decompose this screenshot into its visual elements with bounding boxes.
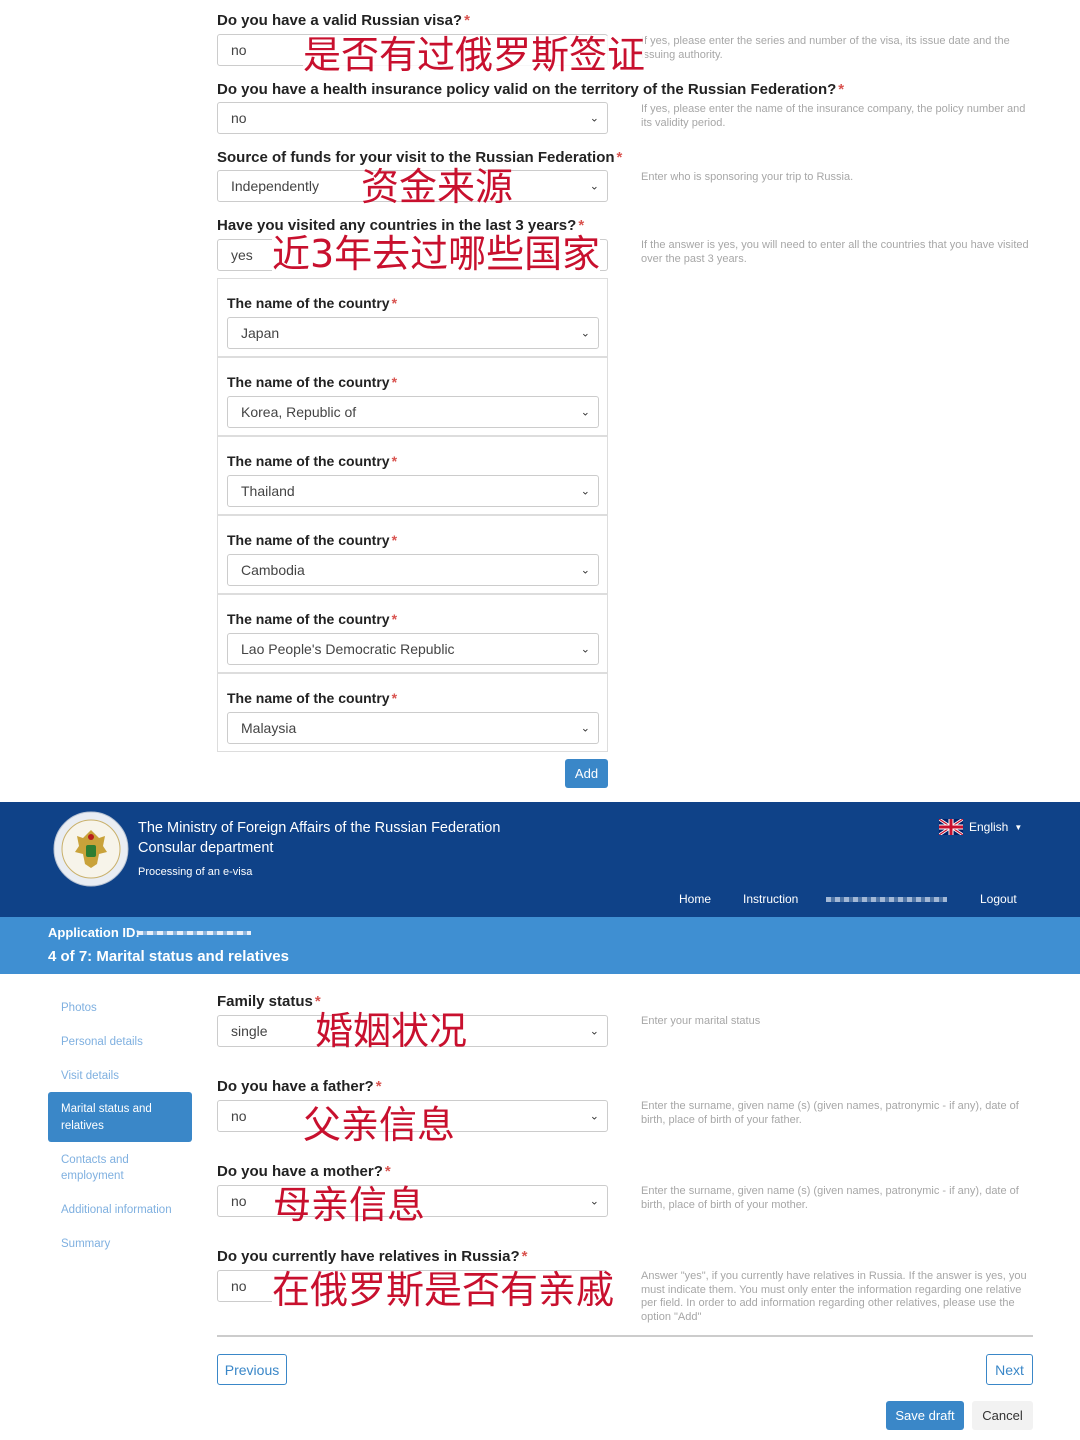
father-hint: Enter the surname, given name (s) (given… bbox=[641, 1100, 1019, 1126]
country-label: The name of the country * bbox=[227, 295, 398, 311]
form-divider bbox=[217, 1335, 1033, 1337]
nav-home[interactable]: Home bbox=[679, 892, 711, 906]
chevron-down-icon: ⌄ bbox=[589, 180, 599, 193]
user-name-redacted bbox=[826, 897, 947, 902]
chevron-down-icon: ⌄ bbox=[580, 485, 590, 498]
mother-annotation: 母亲信息 bbox=[273, 1183, 426, 1227]
chevron-down-icon: ⌄ bbox=[580, 643, 590, 656]
visa-annotation: 是否有过俄罗斯签证 bbox=[303, 33, 646, 77]
chevron-down-icon: ⌄ bbox=[589, 1025, 599, 1038]
relatives-annotation: 在俄罗斯是否有亲戚 bbox=[272, 1268, 615, 1312]
country-entry: The name of the country * Cambodia ⌄ bbox=[217, 515, 608, 594]
sidebar-item-visit-details[interactable]: Visit details bbox=[61, 1068, 119, 1084]
application-id-label: Application ID: bbox=[48, 925, 140, 940]
country-select[interactable]: Korea, Republic of ⌄ bbox=[227, 396, 599, 428]
father-annotation: 父亲信息 bbox=[303, 1103, 456, 1147]
country-entry: The name of the country * Lao People's De… bbox=[217, 594, 608, 673]
step-title: 4 of 7: Marital status and relatives bbox=[48, 948, 289, 965]
header-subtitle: Processing of an e-visa bbox=[138, 866, 253, 878]
country-label: The name of the country * bbox=[227, 690, 398, 706]
sidebar-item-summary[interactable]: Summary bbox=[61, 1236, 110, 1252]
chevron-down-icon: ⌄ bbox=[589, 112, 599, 125]
visited-annotation: 近3年去过哪些国家 bbox=[272, 232, 601, 276]
previous-button[interactable]: Previous bbox=[217, 1354, 287, 1385]
application-id-redacted bbox=[137, 931, 251, 935]
ministry-title: The Ministry of Foreign Affairs of the R… bbox=[138, 820, 501, 836]
relatives-question-label: Do you currently have relatives in Russi… bbox=[217, 1248, 528, 1265]
insurance-hint: If yes, please enter the name of the ins… bbox=[641, 103, 1026, 129]
next-button[interactable]: Next bbox=[986, 1354, 1033, 1385]
chevron-down-icon: ⌄ bbox=[580, 406, 590, 419]
country-label: The name of the country * bbox=[227, 453, 398, 469]
country-entry: The name of the country * Japan ⌄ bbox=[217, 278, 608, 357]
funds-question-label: Source of funds for your visit to the Ru… bbox=[217, 149, 623, 166]
father-question-label: Do you have a father? * bbox=[217, 1078, 382, 1095]
country-label: The name of the country * bbox=[227, 611, 398, 627]
chevron-down-icon: ⌄ bbox=[589, 1195, 599, 1208]
chevron-down-icon: ⌄ bbox=[580, 327, 590, 340]
cancel-button[interactable]: Cancel bbox=[972, 1401, 1033, 1430]
sidebar-item-marital-status[interactable]: Marital status and relatives bbox=[48, 1092, 192, 1142]
uk-flag-icon bbox=[939, 819, 963, 835]
chevron-down-icon: ⌄ bbox=[589, 1110, 599, 1123]
country-entry: The name of the country * Korea, Republic… bbox=[217, 357, 608, 436]
sidebar-item-additional-info[interactable]: Additional information bbox=[61, 1202, 172, 1218]
nav-instruction[interactable]: Instruction bbox=[743, 892, 798, 906]
mother-question-label: Do you have a mother? * bbox=[217, 1163, 391, 1180]
language-selector[interactable]: English ▼ bbox=[939, 819, 1022, 835]
country-label: The name of the country * bbox=[227, 374, 398, 390]
site-header: The Ministry of Foreign Affairs of the R… bbox=[0, 802, 1080, 917]
application-bar: Application ID: 4 of 7: Marital status a… bbox=[0, 917, 1080, 974]
relatives-hint: Answer "yes", if you currently have rela… bbox=[641, 1270, 1027, 1323]
add-country-button[interactable]: Add bbox=[565, 759, 608, 788]
chevron-down-icon: ⌄ bbox=[580, 564, 590, 577]
insurance-question-label: Do you have a health insurance policy va… bbox=[217, 81, 845, 98]
mother-hint: Enter the surname, given name (s) (given… bbox=[641, 1185, 1019, 1211]
country-select[interactable]: Thailand ⌄ bbox=[227, 475, 599, 507]
country-entry: The name of the country * Thailand ⌄ bbox=[217, 436, 608, 515]
family-status-hint: Enter your marital status bbox=[641, 1015, 761, 1027]
visited-hint: If the answer is yes, you will need to e… bbox=[641, 239, 1029, 265]
emblem-icon bbox=[53, 811, 129, 887]
nav-logout[interactable]: Logout bbox=[980, 892, 1017, 906]
country-entry: The name of the country * Malaysia ⌄ bbox=[217, 673, 608, 752]
funds-hint: Enter who is sponsoring your trip to Rus… bbox=[641, 171, 854, 183]
family-status-label: Family status * bbox=[217, 993, 321, 1010]
country-select[interactable]: Japan ⌄ bbox=[227, 317, 599, 349]
funds-annotation: 资金来源 bbox=[361, 165, 514, 209]
country-label: The name of the country * bbox=[227, 532, 398, 548]
sidebar-item-contacts[interactable]: Contacts and employment bbox=[61, 1152, 161, 1184]
sidebar-item-personal-details[interactable]: Personal details bbox=[61, 1034, 143, 1050]
visa-question-label: Do you have a valid Russian visa? * bbox=[217, 12, 470, 29]
sidebar-item-photos[interactable]: Photos bbox=[61, 1000, 97, 1016]
language-label: English bbox=[969, 820, 1009, 834]
country-select[interactable]: Cambodia ⌄ bbox=[227, 554, 599, 586]
department-title: Consular department bbox=[138, 840, 274, 856]
visa-hint: If yes, please enter the series and numb… bbox=[641, 35, 1010, 61]
country-select[interactable]: Malaysia ⌄ bbox=[227, 712, 599, 744]
save-draft-button[interactable]: Save draft bbox=[886, 1401, 964, 1430]
country-select[interactable]: Lao People's Democratic Republic ⌄ bbox=[227, 633, 599, 665]
caret-down-icon: ▼ bbox=[1014, 822, 1023, 832]
chevron-down-icon: ⌄ bbox=[580, 722, 590, 735]
family-annotation: 婚姻状况 bbox=[315, 1009, 468, 1053]
insurance-select[interactable]: no ⌄ bbox=[217, 102, 608, 134]
